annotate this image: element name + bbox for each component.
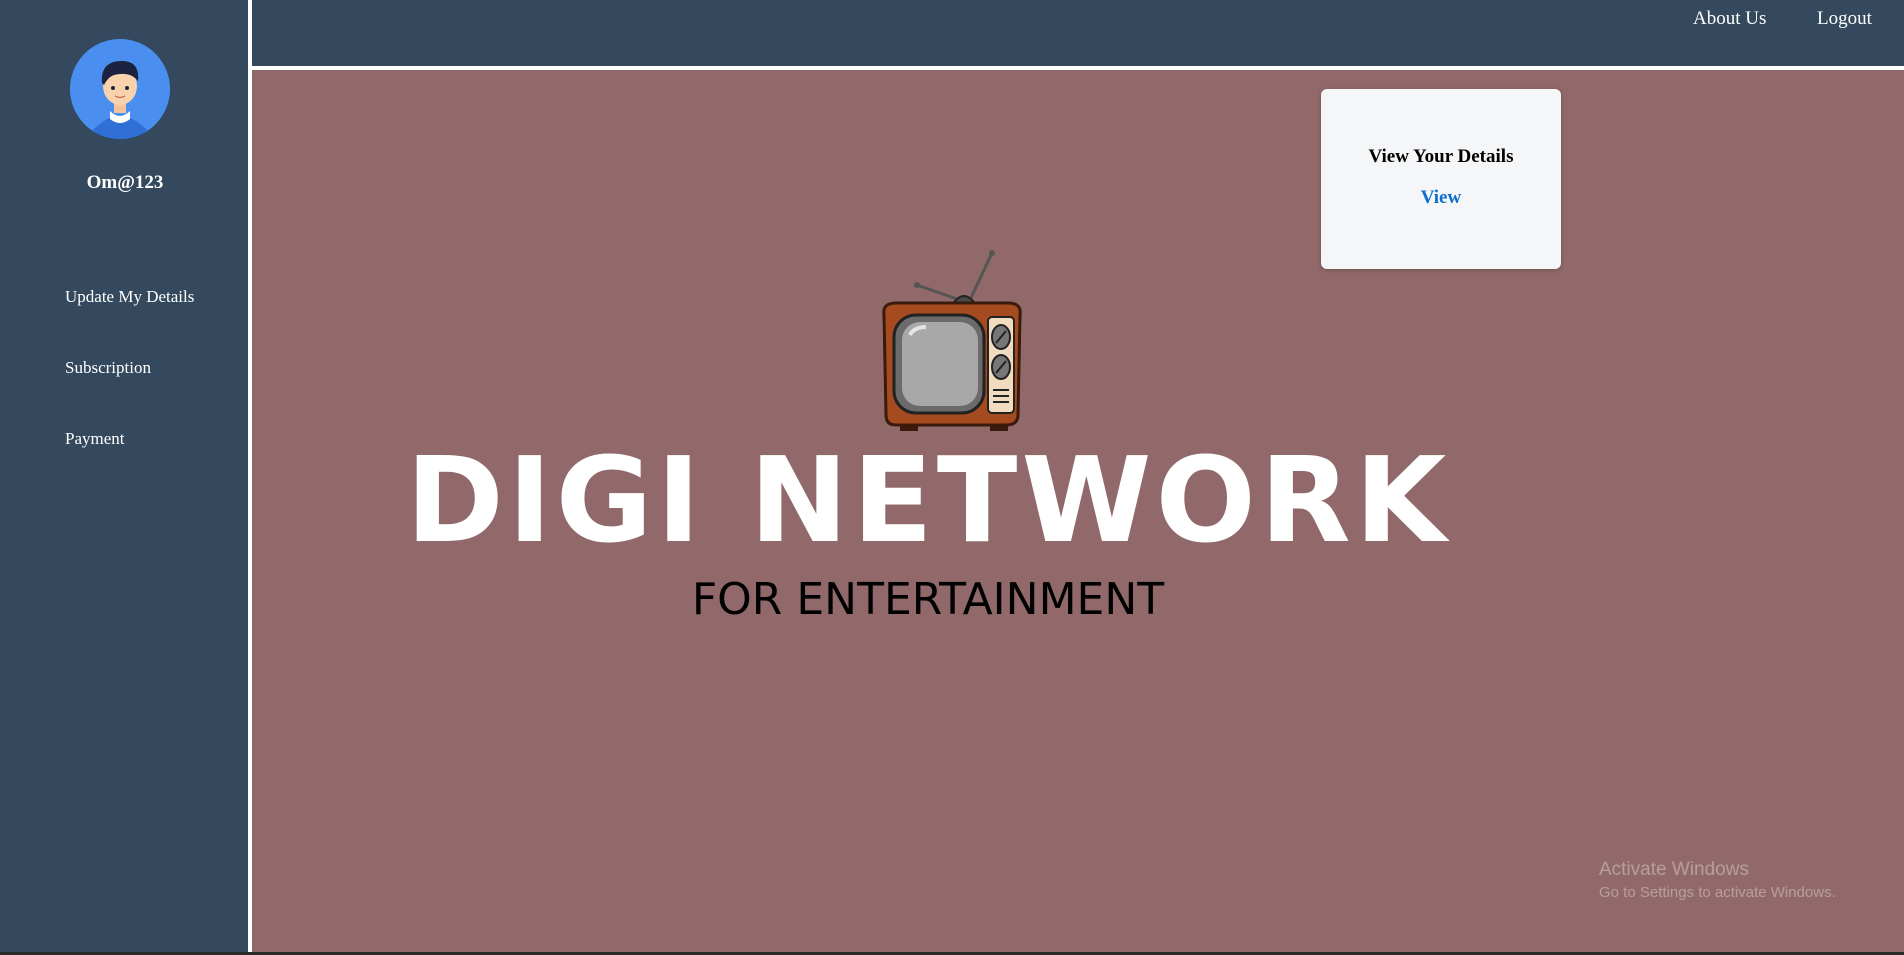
sidebar-nav: Update My Details Subscription Payment — [65, 285, 194, 498]
sidebar-item-payment[interactable]: Payment — [65, 427, 194, 498]
about-us-link[interactable]: About Us — [1693, 8, 1766, 30]
activate-windows-watermark: Activate Windows Go to Settings to activ… — [1599, 859, 1836, 901]
sidebar-item-subscription[interactable]: Subscription — [65, 356, 194, 427]
brand-title: DIGI NETWORK — [405, 431, 1451, 569]
card-title: View Your Details — [1368, 146, 1514, 167]
top-navbar: About Us Logout — [252, 0, 1904, 68]
view-details-link[interactable]: View — [1321, 187, 1561, 209]
view-details-card: View Your Details View — [1321, 89, 1561, 269]
sidebar: Om@123 Update My Details Subscription Pa… — [0, 0, 250, 955]
sidebar-item-update-details[interactable]: Update My Details — [65, 285, 194, 356]
brand-subtitle: FOR ENTERTAINMENT — [691, 574, 1165, 625]
logout-link[interactable]: Logout — [1817, 8, 1872, 30]
watermark-title: Activate Windows — [1599, 859, 1749, 880]
watermark-subtitle: Go to Settings to activate Windows. — [1599, 884, 1836, 901]
retro-tv-icon — [872, 245, 1032, 435]
user-avatar-icon — [70, 39, 170, 139]
main-content: View Your Details View DIGI NETWORK FOR … — [252, 70, 1904, 955]
username: Om@123 — [86, 172, 164, 193]
